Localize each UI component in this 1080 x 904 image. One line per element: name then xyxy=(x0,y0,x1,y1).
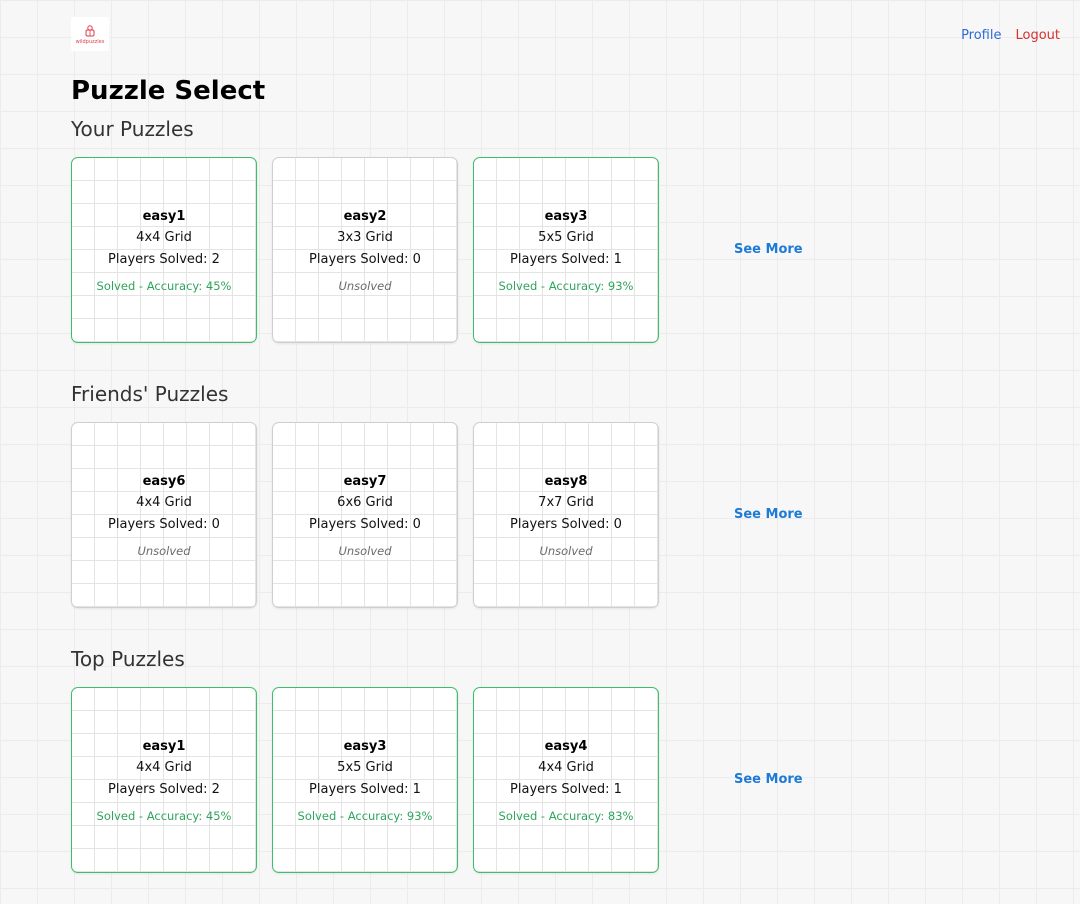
page-title: Puzzle Select xyxy=(71,76,266,106)
puzzle-name: easy2 xyxy=(343,209,387,224)
puzzle-logo-icon xyxy=(85,24,95,36)
puzzle-players-solved: Players Solved: 2 xyxy=(108,252,220,267)
app-logo[interactable]: wildpuzzles xyxy=(71,17,109,51)
puzzle-status: Solved - Accuracy: 93% xyxy=(498,279,634,293)
puzzle-grid-size: 5x5 Grid xyxy=(538,230,594,245)
profile-link[interactable]: Profile xyxy=(961,28,1001,43)
puzzle-card[interactable]: easy3 5x5 Grid Players Solved: 1 Solved … xyxy=(272,687,458,873)
puzzle-name: easy1 xyxy=(142,209,186,224)
puzzle-status: Unsolved xyxy=(338,544,392,558)
puzzle-players-solved: Players Solved: 1 xyxy=(510,252,622,267)
puzzle-name: easy3 xyxy=(343,739,387,754)
see-more-link-your-puzzles[interactable]: See More xyxy=(734,242,803,257)
puzzle-players-solved: Players Solved: 2 xyxy=(108,782,220,797)
section-title-your-puzzles: Your Puzzles xyxy=(71,117,194,141)
puzzle-grid-size: 4x4 Grid xyxy=(136,230,192,245)
puzzle-card[interactable]: easy1 4x4 Grid Players Solved: 2 Solved … xyxy=(71,157,257,343)
puzzle-status: Solved - Accuracy: 45% xyxy=(96,809,232,823)
puzzle-name: easy7 xyxy=(343,474,387,489)
puzzle-name: easy3 xyxy=(544,209,588,224)
puzzle-grid-size: 4x4 Grid xyxy=(136,495,192,510)
puzzle-card[interactable]: easy8 7x7 Grid Players Solved: 0 Unsolve… xyxy=(473,422,659,608)
puzzle-row-your-puzzles: easy1 4x4 Grid Players Solved: 2 Solved … xyxy=(71,157,831,343)
puzzle-card[interactable]: easy4 4x4 Grid Players Solved: 1 Solved … xyxy=(473,687,659,873)
puzzle-card[interactable]: easy3 5x5 Grid Players Solved: 1 Solved … xyxy=(473,157,659,343)
logout-link[interactable]: Logout xyxy=(1015,28,1060,43)
puzzle-name: easy4 xyxy=(544,739,588,754)
puzzle-grid-size: 3x3 Grid xyxy=(337,230,393,245)
puzzle-players-solved: Players Solved: 1 xyxy=(309,782,421,797)
puzzle-players-solved: Players Solved: 0 xyxy=(309,252,421,267)
see-more-link-top-puzzles[interactable]: See More xyxy=(734,772,803,787)
see-more-link-friends-puzzles[interactable]: See More xyxy=(734,507,803,522)
puzzle-grid-size: 5x5 Grid xyxy=(337,760,393,775)
puzzle-players-solved: Players Solved: 0 xyxy=(309,517,421,532)
puzzle-card[interactable]: easy1 4x4 Grid Players Solved: 2 Solved … xyxy=(71,687,257,873)
top-nav: Profile Logout xyxy=(961,28,1060,43)
puzzle-players-solved: Players Solved: 1 xyxy=(510,782,622,797)
puzzle-players-solved: Players Solved: 0 xyxy=(108,517,220,532)
puzzle-grid-size: 7x7 Grid xyxy=(538,495,594,510)
puzzle-card[interactable]: easy7 6x6 Grid Players Solved: 0 Unsolve… xyxy=(272,422,458,608)
section-title-friends-puzzles: Friends' Puzzles xyxy=(71,382,229,406)
section-title-top-puzzles: Top Puzzles xyxy=(71,647,185,671)
puzzle-name: easy6 xyxy=(142,474,186,489)
puzzle-status: Solved - Accuracy: 83% xyxy=(498,809,634,823)
puzzle-card[interactable]: easy2 3x3 Grid Players Solved: 0 Unsolve… xyxy=(272,157,458,343)
top-bar: wildpuzzles Profile Logout xyxy=(0,0,1080,60)
puzzle-grid-size: 6x6 Grid xyxy=(337,495,393,510)
puzzle-grid-size: 4x4 Grid xyxy=(136,760,192,775)
puzzle-status: Unsolved xyxy=(539,544,593,558)
puzzle-row-friends-puzzles: easy6 4x4 Grid Players Solved: 0 Unsolve… xyxy=(71,422,831,608)
puzzle-status: Solved - Accuracy: 45% xyxy=(96,279,232,293)
puzzle-players-solved: Players Solved: 0 xyxy=(510,517,622,532)
puzzle-status: Solved - Accuracy: 93% xyxy=(297,809,433,823)
puzzle-name: easy8 xyxy=(544,474,588,489)
puzzle-grid-size: 4x4 Grid xyxy=(538,760,594,775)
puzzle-status: Unsolved xyxy=(338,279,392,293)
puzzle-row-top-puzzles: easy1 4x4 Grid Players Solved: 2 Solved … xyxy=(71,687,831,873)
logo-text: wildpuzzles xyxy=(75,38,105,45)
puzzle-card[interactable]: easy6 4x4 Grid Players Solved: 0 Unsolve… xyxy=(71,422,257,608)
puzzle-status: Unsolved xyxy=(137,544,191,558)
puzzle-name: easy1 xyxy=(142,739,186,754)
